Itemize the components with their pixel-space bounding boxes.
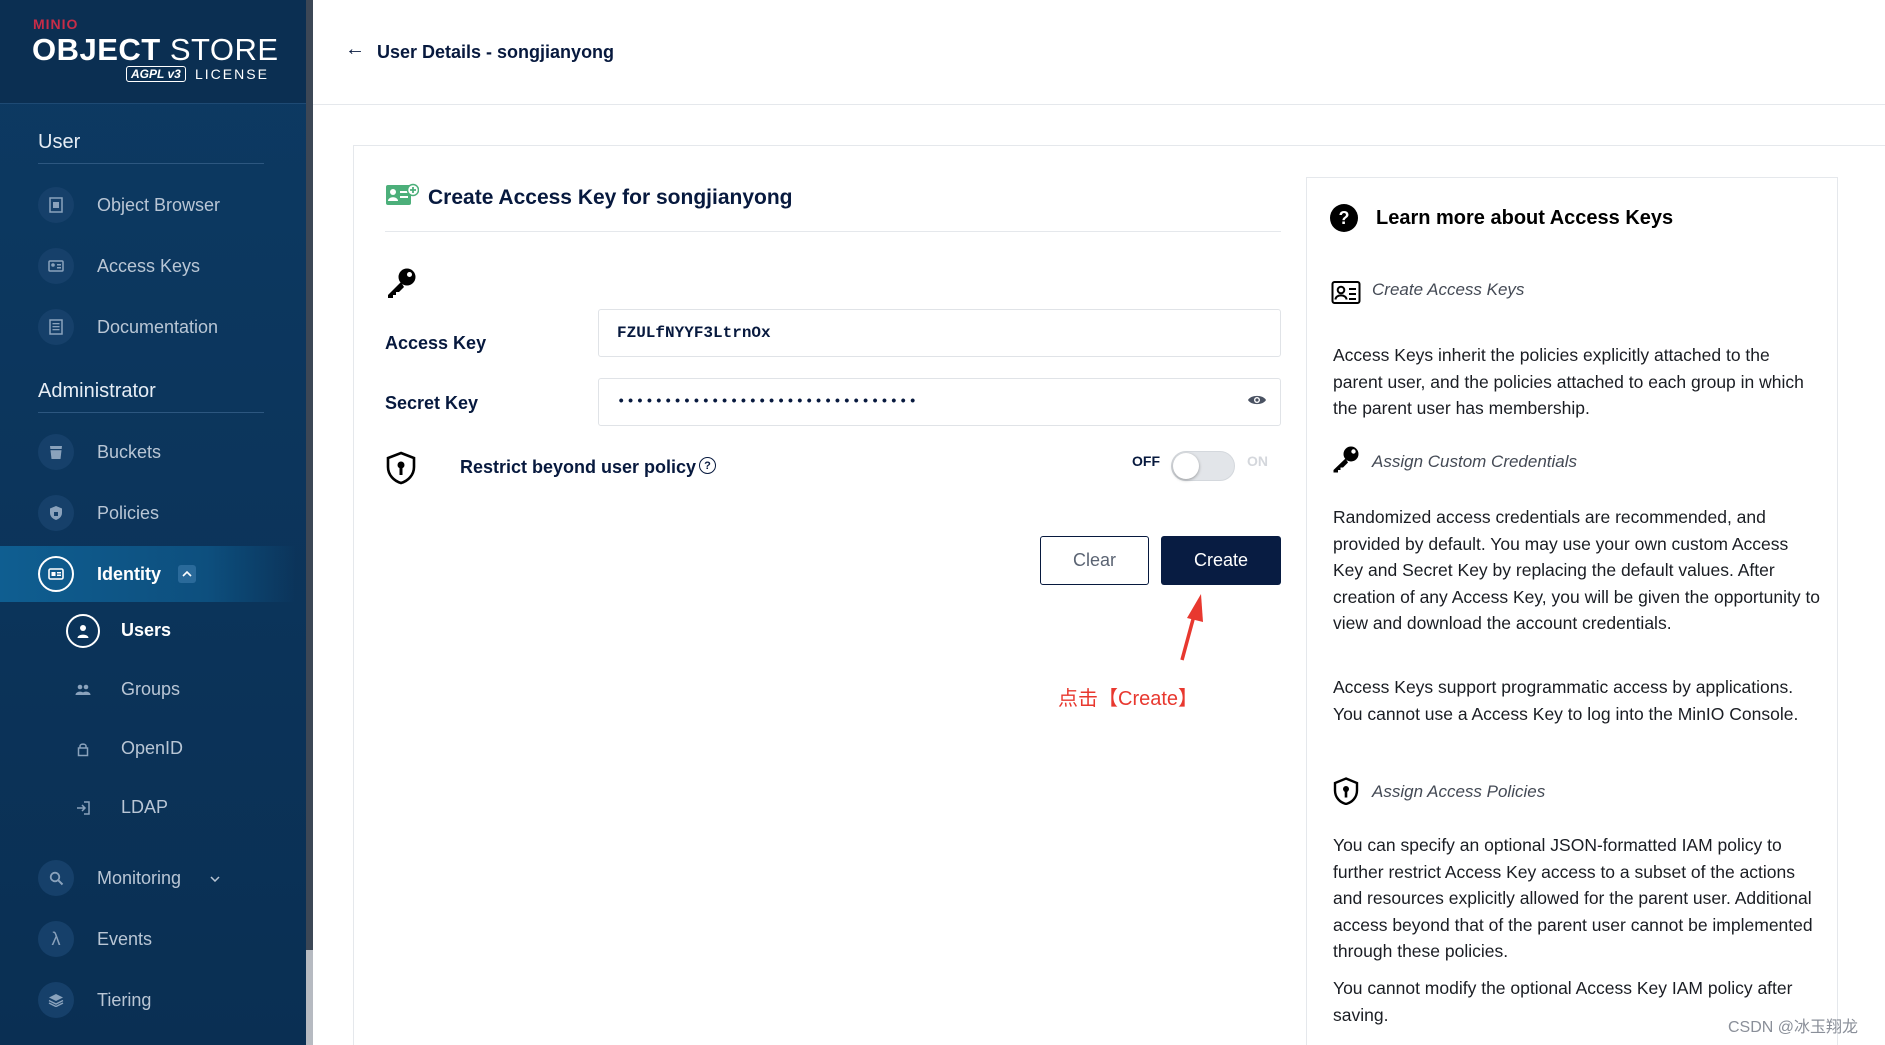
padlock-icon xyxy=(66,732,100,766)
id-card-icon xyxy=(1331,281,1361,304)
id-card-icon xyxy=(38,248,74,284)
help-paragraph: You can specify an optional JSON-formatt… xyxy=(1333,835,1813,961)
sidebar-item-openid[interactable]: OpenID xyxy=(0,722,296,776)
bucket-icon xyxy=(38,434,74,470)
sidebar-item-object-browser[interactable]: Object Browser xyxy=(0,177,296,233)
watermark: CSDN @冰玉翔龙 xyxy=(1728,1019,1859,1036)
toggle-off-label: OFF xyxy=(1132,453,1160,469)
sidebar-item-label: Access Keys xyxy=(97,255,201,276)
sidebar-item-label: OpenID xyxy=(121,738,184,758)
identity-icon xyxy=(38,556,74,592)
sidebar-scrollbar[interactable] xyxy=(306,0,313,1045)
layers-icon xyxy=(38,982,74,1018)
sidebar-item-monitoring[interactable]: Monitoring xyxy=(0,850,296,906)
sidebar-item-documentation[interactable]: Documentation xyxy=(0,299,296,355)
logo-agpl: AGPL v3 xyxy=(126,66,186,82)
help-icon[interactable]: ? xyxy=(699,457,716,474)
sidebar-item-label: Policies xyxy=(97,502,160,523)
secret-key-label: Secret Key xyxy=(385,393,479,413)
annotation-text: 点击【Create】 xyxy=(1058,688,1199,710)
sidebar-item-events[interactable]: λ Events xyxy=(0,911,296,967)
help-paragraph: Access Keys support programmatic access … xyxy=(1333,677,1799,724)
sidebar-item-label: Documentation xyxy=(97,316,219,337)
section-title-user: User xyxy=(38,131,81,153)
clear-button[interactable]: Clear xyxy=(1040,536,1149,585)
sidebar-item-label: Groups xyxy=(121,679,181,699)
chevron-up-icon[interactable] xyxy=(178,565,196,583)
form-title: Create Access Key for songjianyong xyxy=(428,186,793,209)
sidebar-item-identity[interactable]: Identity xyxy=(0,546,296,602)
sidebar-item-policies[interactable]: Policies xyxy=(0,485,296,541)
app-window: MINIO OBJECT STORE AGPL v3 LICENSE User … xyxy=(0,0,1885,1045)
sidebar-item-label: Users xyxy=(121,620,172,640)
magnifier-icon xyxy=(38,860,74,896)
create-button[interactable]: Create xyxy=(1161,536,1281,585)
scrollbar-thumb[interactable] xyxy=(306,0,313,950)
sidebar-item-users[interactable]: Users xyxy=(0,604,296,658)
key-icon xyxy=(388,268,416,298)
page-header: ← User Details - songjianyong xyxy=(313,0,1885,105)
sidebar-item-label: Object Browser xyxy=(97,194,221,215)
help-heading-policies: Assign Access Policies xyxy=(1372,782,1546,801)
help-title: Learn more about Access Keys xyxy=(1376,207,1674,229)
shield-lock-icon xyxy=(1333,777,1359,805)
shield-lock-icon xyxy=(386,451,416,485)
logo-product: OBJECT STORE xyxy=(32,32,279,67)
section-title-administrator: Administrator xyxy=(38,380,156,402)
help-paragraph: Randomized access credentials are recomm… xyxy=(1333,507,1821,633)
chevron-down-icon[interactable] xyxy=(210,871,220,885)
sidebar-item-label: Events xyxy=(97,928,153,949)
help-heading-create: Create Access Keys xyxy=(1372,280,1525,299)
access-key-input[interactable]: FZULfNYYF3LtrnOx xyxy=(598,309,1281,357)
login-icon xyxy=(66,791,100,825)
logo-brand: MINIO xyxy=(33,16,79,32)
sidebar-item-label: Monitoring xyxy=(97,867,182,888)
sidebar-item-label: Identity xyxy=(97,563,162,584)
help-paragraph: Access Keys inherit the policies explici… xyxy=(1333,345,1804,418)
toggle-on-label: ON xyxy=(1247,453,1268,469)
page-title: User Details - songjianyong xyxy=(377,42,615,62)
sidebar-item-access-keys[interactable]: Access Keys xyxy=(0,238,296,294)
question-circle-icon: ? xyxy=(1330,204,1358,232)
sidebar-item-buckets[interactable]: Buckets xyxy=(0,424,296,480)
access-key-label: Access Key xyxy=(385,333,487,353)
sidebar-item-tiering[interactable]: Tiering xyxy=(0,972,296,1028)
logo-license: LICENSE xyxy=(195,66,269,82)
divider xyxy=(385,231,1281,232)
document-icon xyxy=(38,309,74,345)
sidebar: MINIO OBJECT STORE AGPL v3 LICENSE User … xyxy=(0,0,306,1045)
sidebar-item-groups[interactable]: Groups xyxy=(0,663,296,717)
lock-shield-icon xyxy=(38,495,74,531)
lambda-icon: λ xyxy=(38,921,74,957)
sidebar-item-label: Tiering xyxy=(97,989,152,1010)
object-browser-icon xyxy=(38,187,74,223)
help-heading-custom: Assign Custom Credentials xyxy=(1372,452,1578,471)
logo[interactable]: MINIO OBJECT STORE AGPL v3 LICENSE xyxy=(0,0,306,104)
secret-key-input[interactable]: •••••••••••••••••••••••••••••••• xyxy=(598,378,1281,426)
restrict-policy-label: Restrict beyond user policy xyxy=(460,457,697,477)
sidebar-item-label: LDAP xyxy=(121,797,169,817)
toggle-knob xyxy=(1173,453,1199,479)
restrict-policy-toggle[interactable] xyxy=(1171,451,1235,481)
annotation-arrow xyxy=(1180,594,1203,661)
divider xyxy=(38,163,264,164)
sidebar-item-label: Buckets xyxy=(97,441,162,462)
divider xyxy=(38,412,264,413)
user-icon xyxy=(66,614,100,648)
eye-icon[interactable] xyxy=(1247,393,1267,407)
key-icon xyxy=(1333,446,1359,473)
access-key-card-icon xyxy=(386,183,419,205)
sidebar-item-ldap[interactable]: LDAP xyxy=(0,781,296,835)
back-arrow-icon[interactable]: ← xyxy=(345,38,365,61)
group-icon xyxy=(66,673,100,707)
